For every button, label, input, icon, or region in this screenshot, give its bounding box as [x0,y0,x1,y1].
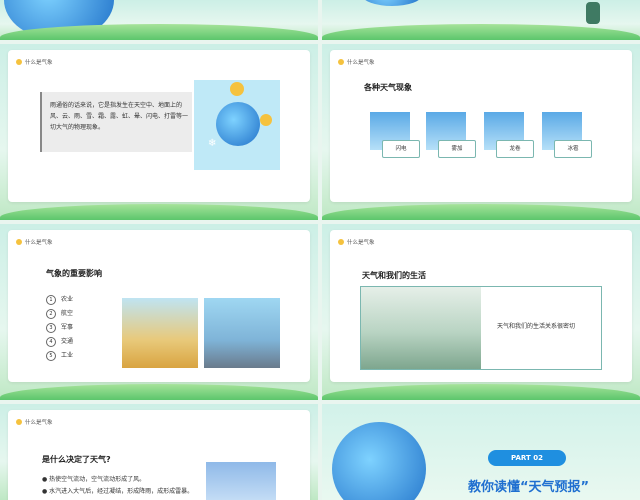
grass-decoration [0,204,318,220]
person-illustration [586,2,600,24]
slide-title: 天气和我们的生活 [362,271,426,280]
grass-decoration [322,24,640,40]
header-label: 什么是气象 [25,240,53,246]
life-text: 天气和我们的生活关系很密切 [497,323,576,330]
slide-card: 什么是气象 天气和我们的生活 天气和我们的生活关系很密切 [330,230,632,382]
slide-logo: 什么是气象 [16,58,53,66]
slide-card: 什么是气象 雨通俗的话来说，它是指发生在天空中、地面上的风、云、雨、雪、霜、露、… [8,50,310,202]
slide-card: 什么是气象 气象的重要影响 1 农业 2 航空 3 军事 4 交通 5 工业 [8,230,310,382]
slide-weather-and-life[interactable]: 什么是气象 天气和我们的生活 天气和我们的生活关系很密切 [322,224,640,400]
item-number: 3 [46,322,56,333]
snow-image [206,462,276,500]
lightning-label: 闪电 [382,140,420,158]
sun-icon [16,239,22,245]
bullet-item: ● 热使空气流动，空气流动形成了风。 [42,476,146,483]
impact-item: 4 交通 [46,336,73,347]
slide-what-decides-weather[interactable]: 什么是气象 是什么决定了天气? ● 热使空气流动，空气流动形成了风。 ● 水汽进… [0,404,318,500]
slide-what-is-weather[interactable]: 什么是气象 雨通俗的话来说，它是指发生在天空中、地面上的风、云、雨、雪、霜、露、… [0,44,318,220]
item-number: 2 [46,308,56,319]
section-title: 教你读懂“天气预报” [468,480,590,495]
grass-decoration [0,384,318,400]
earth-graphic [362,0,422,6]
sun-icon [16,419,22,425]
item-label: 军事 [61,324,74,331]
impact-item: 1 农业 [46,294,73,305]
slide-title: 各种天气现象 [364,83,412,92]
grass-decoration [322,204,640,220]
sun-icon [338,59,344,65]
impact-item: 5 工业 [46,350,73,361]
impact-item: 3 军事 [46,322,73,333]
tornado-label: 龙卷 [496,140,534,158]
weather-earth-illustration: ❄ [194,80,280,170]
item-label: 工业 [61,352,74,359]
slide-weather-phenomena[interactable]: 什么是气象 各种天气现象 闪电 雾加 龙卷 冰雹 [322,44,640,220]
description-text: 雨通俗的话来说，它是指发生在天空中、地面上的风、云、雨、雪、霜、露、虹、晕、闪电… [50,102,189,131]
hail-label: 冰雹 [554,140,592,158]
item-number: 1 [46,294,56,305]
header-label: 什么是气象 [347,240,375,246]
sun-icon [260,114,272,126]
city-traffic-illustration [204,298,280,368]
farmer-illustration [122,298,198,368]
slide-logo: 什么是气象 [338,58,375,66]
slide-1-thumbnail[interactable] [0,0,318,40]
header-label: 什么是气象 [25,420,53,426]
header-label: 什么是气象 [347,60,375,66]
item-label: 航空 [61,310,74,317]
grass-decoration [322,384,640,400]
life-box: 天气和我们的生活关系很密切 [360,286,602,370]
text-box: 雨通俗的话来说，它是指发生在天空中、地面上的风、云、雨、雪、霜、露、虹、晕、闪电… [40,92,192,152]
item-number: 4 [46,336,56,347]
bullet-item: ● 水汽进入大气后，经过凝结，形成降雨，成形成雷暴。 [42,488,194,495]
slide-part-02[interactable]: PART 02 教你读懂“天气预报” [322,404,640,500]
impact-item: 2 航空 [46,308,73,319]
slide-logo: 什么是气象 [16,418,53,426]
snowflake-icon: ❄ [208,138,217,149]
slide-logo: 什么是气象 [16,238,53,246]
sun-icon [230,82,244,96]
rice-field-illustration [361,287,481,369]
slide-title: 是什么决定了天气? [42,455,111,464]
bullet-text: 水汽进入大气后，经过凝结，形成降雨，成形成雷暴。 [49,488,194,495]
item-number: 5 [46,350,56,361]
bullet-text: 热使空气流动，空气流动形成了风。 [49,476,146,483]
item-label: 农业 [61,296,74,303]
sun-icon [16,59,22,65]
earth-icon [216,102,260,146]
fog-label: 雾加 [438,140,476,158]
header-label: 什么是气象 [25,60,53,66]
item-label: 交通 [61,338,74,345]
slide-2-thumbnail-top[interactable] [322,0,640,40]
slide-title: 气象的重要影响 [46,269,102,278]
slide-card: 什么是气象 是什么决定了天气? ● 热使空气流动，空气流动形成了风。 ● 水汽进… [8,410,310,500]
slide-logo: 什么是气象 [338,238,375,246]
slide-card: 什么是气象 各种天气现象 闪电 雾加 龙卷 冰雹 [330,50,632,202]
sun-icon [338,239,344,245]
earth-graphic [332,422,426,500]
part-badge: PART 02 [488,450,566,466]
slide-weather-impact[interactable]: 什么是气象 气象的重要影响 1 农业 2 航空 3 军事 4 交通 5 工业 [0,224,318,400]
